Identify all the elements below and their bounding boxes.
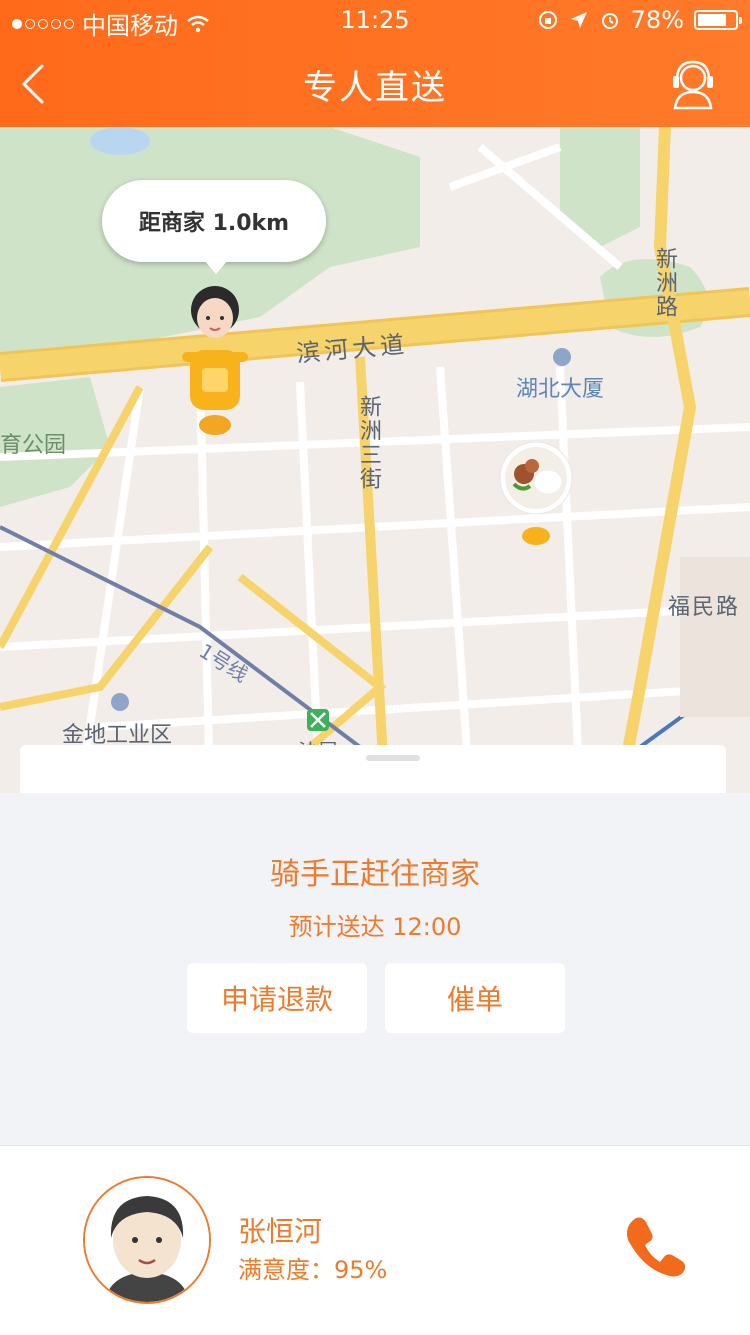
customer-service-button[interactable]	[670, 58, 716, 110]
sheet-drag-handle[interactable]	[366, 755, 420, 761]
merchant-marker[interactable]	[498, 440, 574, 548]
rider-marker[interactable]	[180, 280, 250, 440]
delivery-status-text: 骑手正赶往商家	[270, 857, 480, 892]
status-bar: 中国移动 11:25 78%	[0, 0, 750, 40]
map-label-hubei-building: 湖北大厦	[516, 377, 605, 402]
map-label-xinzhou-road: 新洲路	[652, 247, 677, 319]
delivery-map[interactable]: 滨河大道 新洲路 湖北大厦 新洲三街 育公园 福民路 1号线 金地工业区 沙尾 …	[0, 127, 750, 793]
rider-avatar-image	[85, 1178, 209, 1302]
alarm-icon	[601, 13, 618, 29]
page-title: 专人直送	[303, 68, 447, 108]
distance-bubble: 距商家 1.0km	[102, 180, 326, 274]
food-dish-icon	[499, 441, 573, 545]
customer-service-headset-icon	[673, 60, 713, 110]
delivery-eta-text: 预计送达 12:00	[288, 913, 462, 941]
delivery-status-panel: 骑手正赶往商家 预计送达 12:00 申请退款 催单	[0, 793, 750, 1145]
rider-name: 张恒河	[238, 1215, 323, 1248]
phone-icon	[627, 1217, 686, 1277]
map-label-xinzhou-3rd: 新洲三街	[356, 395, 381, 491]
map-bottom-sheet[interactable]	[20, 745, 726, 793]
battery-percent: 78%	[630, 6, 684, 34]
rider-avatar[interactable]	[83, 1176, 211, 1304]
refund-button[interactable]: 申请退款	[187, 963, 367, 1033]
urge-order-button[interactable]: 催单	[385, 963, 565, 1033]
call-rider-button[interactable]	[622, 1212, 688, 1278]
battery-icon	[694, 10, 742, 30]
status-bar-right: 78%	[537, 6, 742, 34]
orientation-lock-icon	[538, 11, 557, 29]
app-header: 中国移动 11:25 78% 专人直送	[0, 0, 750, 127]
map-label-fumin: 福民路	[668, 595, 741, 620]
location-arrow-icon	[570, 12, 587, 28]
rider-scooter-icon	[182, 286, 248, 435]
rider-info-card: 张恒河 满意度：95%	[0, 1145, 750, 1335]
rider-satisfaction: 满意度：95%	[238, 1256, 388, 1284]
map-label-park: 育公园	[0, 433, 67, 458]
nav-bar: 专人直送	[0, 40, 750, 127]
